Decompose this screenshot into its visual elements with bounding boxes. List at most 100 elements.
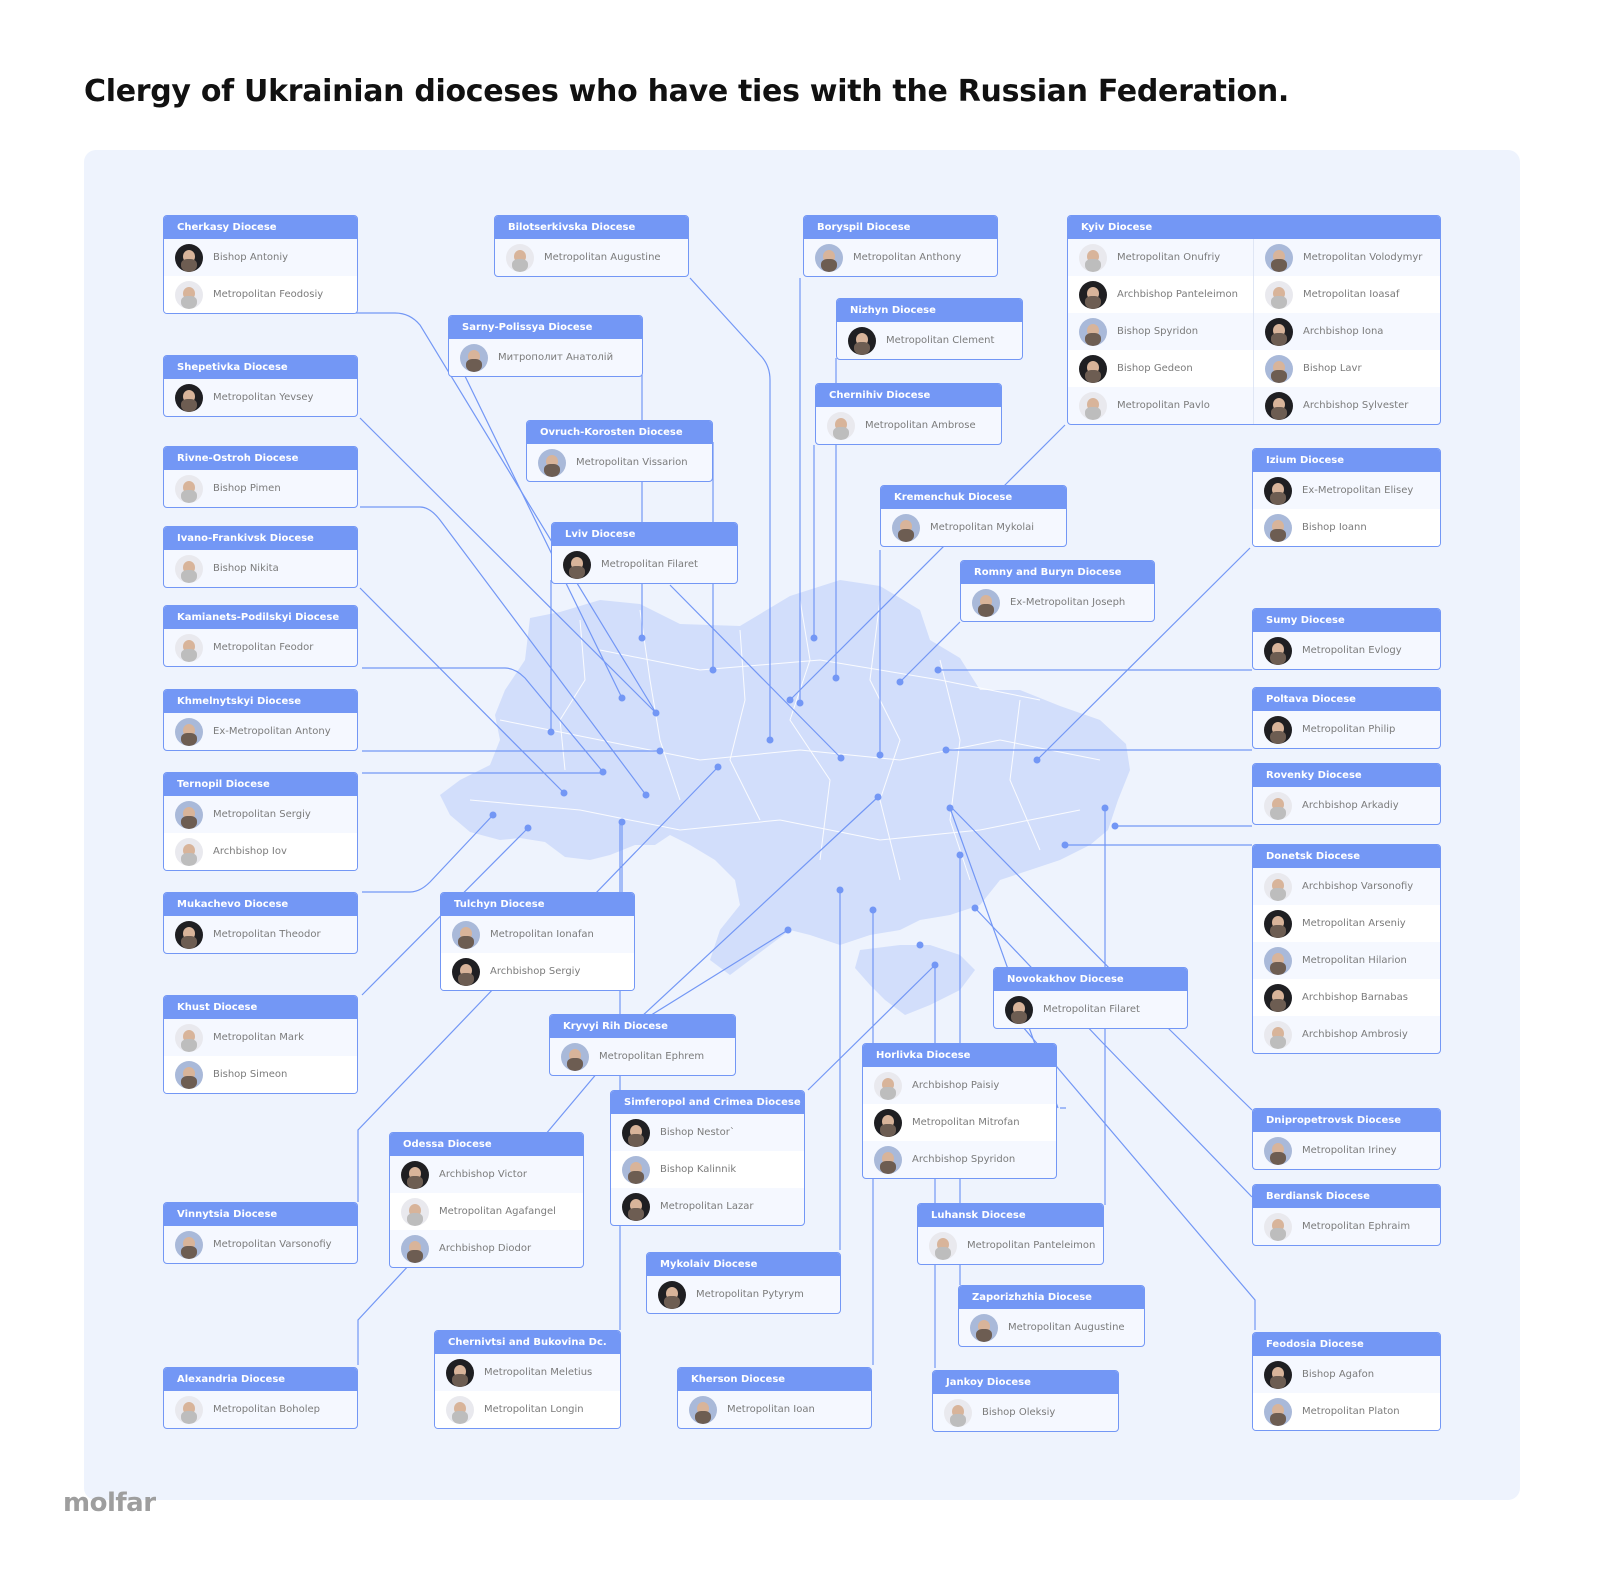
diocese-card-jankoy: Jankoy Diocese Bishop Oleksiy [932, 1370, 1119, 1432]
diocese-card-rivne: Rivne-Ostroh Diocese Bishop Pimen [163, 446, 358, 508]
avatar-photo-icon [1264, 1136, 1292, 1165]
avatar-photo-icon [1265, 280, 1293, 309]
avatar-photo-icon [1264, 476, 1292, 505]
diocese-title: Jankoy Diocese [933, 1371, 1118, 1394]
clergy-row: Archbishop Panteleimon [1068, 276, 1253, 313]
clergy-row: Bishop Ioann [1253, 509, 1440, 546]
diocese-title: Ovruch-Korosten Diocese [527, 421, 712, 444]
clergy-name: Metropolitan Yevsey [213, 392, 314, 403]
diocese-title: Rovenky Diocese [1253, 764, 1440, 787]
clergy-row: Metropolitan Platon [1253, 1393, 1440, 1430]
clergy-name: Bishop Antoniy [213, 252, 289, 263]
avatar-photo-icon [689, 1395, 717, 1424]
avatar-photo-icon [175, 243, 203, 272]
avatar-photo-icon [175, 383, 203, 412]
diocese-card-novokakhov: Novokakhov Diocese Metropolitan Filaret [993, 967, 1188, 1029]
clergy-name: Metropolitan Agafangel [439, 1206, 556, 1217]
connector-mukachevo [362, 814, 494, 893]
clergy-row: Bishop Nestor` [611, 1114, 804, 1151]
clergy-row: Archbishop Paisiy [863, 1067, 1056, 1104]
diocese-title: Kherson Diocese [678, 1368, 871, 1391]
clergy-name: Metropolitan Philip [1302, 724, 1396, 735]
location-dot [524, 824, 532, 832]
clergy-name: Archbishop Iona [1303, 326, 1384, 337]
diocese-title: Cherkasy Diocese [164, 216, 357, 239]
clergy-name: Metropolitan Iriney [1302, 1145, 1397, 1156]
diocese-title: Luhansk Diocese [918, 1204, 1103, 1227]
clergy-row: Bishop Antoniy [164, 239, 357, 276]
location-dot [956, 851, 964, 859]
diocese-card-kherson: Kherson Diocese Metropolitan Ioan [677, 1367, 872, 1429]
diocese-card-izium: Izium Diocese Ex-Metropolitan Elisey Bisho… [1252, 448, 1441, 547]
diocese-card-vinnytsia: Vinnytsia Diocese Metropolitan Varsonofiy [163, 1202, 358, 1264]
avatar-photo-icon [401, 1234, 429, 1263]
clergy-row: Archbishop Iona [1254, 313, 1440, 350]
avatar-photo-icon [622, 1192, 650, 1221]
location-dot [1111, 822, 1119, 830]
clergy-row: Archbishop Sylvester [1254, 387, 1440, 424]
clergy-row: Bishop Lavr [1254, 350, 1440, 387]
clergy-name: Metropolitan Volodymyr [1303, 252, 1423, 263]
avatar-photo-icon [175, 633, 203, 662]
clergy-column: Metropolitan Volodymyr Metropolitan Ioasa… [1254, 239, 1440, 424]
clergy-row: Metropolitan Anthony [804, 239, 997, 276]
diocese-title: Khmelnytskyi Diocese [164, 690, 357, 713]
clergy-name: Bishop Nikita [213, 563, 279, 574]
avatar-photo-icon [175, 920, 203, 949]
clergy-name: Metropolitan Panteleimon [967, 1240, 1096, 1251]
connector-kamianets [362, 667, 604, 773]
clergy-row: Archbishop Arkadiy [1253, 787, 1440, 824]
clergy-row: Metropolitan Ambrose [816, 407, 1001, 444]
avatar-photo-icon [827, 411, 855, 440]
avatar-photo-icon [401, 1197, 429, 1226]
avatar-photo-icon [175, 837, 203, 866]
diocese-title: Sarny-Polissya Diocese [449, 316, 642, 339]
clergy-name: Metropolitan Feodosiy [213, 289, 324, 300]
diocese-card-chernihiv: Chernihiv Diocese Metropolitan Ambrose [815, 383, 1002, 445]
diocese-title: Kryvyi Rih Diocese [550, 1015, 735, 1038]
clergy-row: Metropolitan Ionafan [441, 916, 634, 953]
clergy-name: Митрополит Анатолій [498, 352, 614, 363]
diocese-card-romny: Romny and Buryn Diocese Ex-Metropolitan J… [960, 560, 1155, 622]
diocese-card-bilotserkivska: Bilotserkivska Diocese Metropolitan Augus… [494, 215, 689, 277]
diocese-title: Novokakhov Diocese [994, 968, 1187, 991]
avatar-photo-icon [506, 243, 534, 272]
diocese-card-shepetivka: Shepetivka Diocese Metropolitan Yevsey [163, 355, 358, 417]
clergy-name: Metropolitan Platon [1302, 1406, 1400, 1417]
avatar-photo-icon [175, 474, 203, 503]
location-dot [656, 747, 664, 755]
clergy-name: Ex-Metropolitan Joseph [1010, 597, 1126, 608]
diocese-card-donetsk: Donetsk Diocese Archbishop Varsonofiy Metr… [1252, 844, 1441, 1054]
avatar-photo-icon [1264, 636, 1292, 665]
clergy-name: Archbishop Varsonofiy [1302, 881, 1414, 892]
location-dot [869, 906, 877, 914]
avatar-photo-icon [1079, 280, 1107, 309]
diocese-card-poltava: Poltava Diocese Metropolitan Philip [1252, 687, 1441, 749]
clergy-row: Metropolitan Augustine [495, 239, 688, 276]
diocese-card-horlivka: Horlivka Diocese Archbishop Paisiy Metropo… [862, 1043, 1057, 1179]
avatar-photo-icon [1265, 317, 1293, 346]
diocese-card-berdiansk: Berdiansk Diocese Metropolitan Ephraim [1252, 1184, 1441, 1246]
avatar-photo-icon [561, 1042, 589, 1071]
clergy-row: Bishop Spyridon [1068, 313, 1253, 350]
avatar-photo-icon [175, 1023, 203, 1052]
avatar-photo-icon [446, 1395, 474, 1424]
clergy-name: Bishop Kalinnik [660, 1164, 737, 1175]
connector-tulchyn [593, 766, 719, 896]
location-dot [832, 674, 840, 682]
diocese-title: Izium Diocese [1253, 449, 1440, 472]
avatar-photo-icon [1079, 243, 1107, 272]
avatar-photo-icon [892, 513, 920, 542]
clergy-name: Metropolitan Ionafan [490, 929, 594, 940]
diocese-card-mukachevo: Mukachevo Diocese Metropolitan Theodor [163, 892, 358, 954]
diocese-title: Sumy Diocese [1253, 609, 1440, 632]
location-dot [874, 793, 882, 801]
location-dot [796, 699, 804, 707]
avatar-photo-icon [815, 243, 843, 272]
clergy-name: Bishop Lavr [1303, 363, 1362, 374]
diocese-card-luhansk: Luhansk Diocese Metropolitan Panteleimon [917, 1203, 1104, 1265]
clergy-row: Bishop Oleksiy [933, 1394, 1118, 1431]
diocese-title: Khust Diocese [164, 996, 357, 1019]
diocese-title: Feodosia Diocese [1253, 1333, 1440, 1356]
clergy-row: Metropolitan Varsonofiy [164, 1226, 357, 1263]
